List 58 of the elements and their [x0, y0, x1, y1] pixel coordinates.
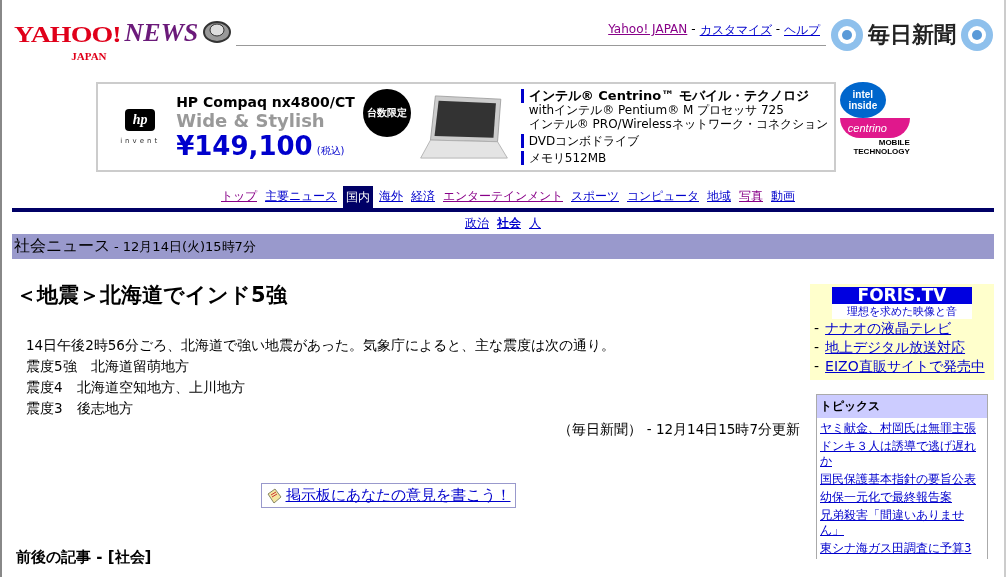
header-link[interactable]: Yahoo! JAPAN — [608, 22, 688, 39]
subnav-link[interactable]: 政治 — [465, 215, 489, 232]
feature-text: withインテル® Pentium® M プロセッサ 725 — [527, 103, 785, 117]
nav-tab[interactable]: 主要ニュース — [263, 186, 339, 208]
emblem-icon — [830, 18, 864, 52]
nav-tab[interactable]: エンターテインメント — [441, 186, 565, 208]
related-heading: 前後の記事 - [社会] — [16, 548, 153, 567]
limited-badge: 台数限定 — [362, 89, 411, 137]
nav-tab[interactable]: 地域 — [705, 186, 733, 208]
hp-logo: hp — [125, 109, 156, 131]
subnav-link[interactable]: 社会 — [497, 215, 521, 232]
bullet: - — [814, 357, 820, 376]
news-logo: NEWS — [124, 18, 199, 48]
product-title: HP Compaq nx4800/CT — [176, 93, 355, 110]
price: ¥149,100 — [176, 130, 313, 161]
header-link[interactable]: カスタマイズ — [699, 22, 772, 39]
section-date: - 12月14日(火)15時7分 — [114, 238, 256, 256]
nav-tab[interactable]: 国内 — [343, 186, 373, 208]
bullet: - — [814, 338, 820, 357]
section-title: 社会ニュース — [14, 236, 110, 257]
header-link[interactable]: ヘルプ — [784, 22, 820, 39]
topic-link[interactable]: ヤミ献金、村岡氏は無罪主張 — [820, 421, 984, 436]
topic-link[interactable]: 国民保護基本指針の要旨公表 — [820, 472, 984, 487]
nav-tab[interactable]: コンピュータ — [625, 186, 701, 208]
topic-link[interactable]: 東シナ海ガス田調査に予算3 — [820, 541, 984, 556]
brand-logo[interactable]: FORIS.TV — [832, 287, 972, 304]
subnav-link[interactable]: 人 — [529, 215, 541, 232]
nav-tab[interactable]: スポーツ — [569, 186, 621, 208]
article-headline: ＜地震＞北海道でインド5強 — [16, 282, 289, 309]
feature-text: メモリ512MB — [520, 151, 828, 165]
promo-link[interactable]: 地上デジタル放送対応 — [825, 338, 966, 357]
nav-tab[interactable]: トップ — [219, 186, 259, 208]
partner-logo[interactable]: 毎日新聞 — [868, 20, 956, 50]
topic-link[interactable]: ドンキ３人は誘導で逃げ遅れか — [820, 439, 984, 469]
nav-tab[interactable]: 経済 — [409, 186, 437, 208]
yahoo-logo[interactable]: YAHOO! JAPAN — [14, 18, 121, 62]
promo-link[interactable]: ナナオの液晶テレビ — [825, 319, 952, 338]
nav-tab[interactable]: 海外 — [377, 186, 405, 208]
topic-link[interactable]: 兄弟殺害「間違いありません」 — [820, 508, 984, 538]
promo-link[interactable]: EIZO直販サイトで発売中 — [825, 357, 985, 376]
product-subtitle: Wide & Stylish — [176, 109, 326, 131]
tax-note: (税込) — [316, 146, 345, 157]
emblem-icon — [960, 18, 994, 52]
separator: - — [691, 22, 696, 38]
bullet: - — [814, 319, 820, 338]
feature-text: DVDコンボドライブ — [520, 134, 828, 148]
separator: - — [775, 22, 780, 38]
topics-title: トピックス — [817, 395, 987, 418]
feature-text: インテル® Centrino™ モバイル・テクノロジ — [520, 89, 828, 103]
nav-tab[interactable]: 動画 — [769, 186, 797, 208]
centrino-logo[interactable]: intel inside centrino MOBILE TECHNOLOGY — [839, 82, 910, 156]
article-body: 14日午後2時56分ごろ、北海道で強い地震があった。気象庁によると、主な震度は次の通り。 震度5強 北海道留萌地方 震度4 北海道空知地方、上川地方 震度3 後志地方 — [25, 336, 616, 418]
nav-tab[interactable]: 写真 — [737, 186, 765, 208]
brand-tagline: 理想を求めた映像と音 — [832, 304, 972, 319]
feature-text: インテル® PRO/Wirelessネットワーク・コネクション — [527, 117, 828, 131]
memo-icon — [265, 487, 282, 504]
topic-link[interactable]: 幼保一元化で最終報告案 — [820, 490, 984, 505]
article-source: （毎日新聞） - 12月14日15時7分更新 — [557, 421, 800, 439]
